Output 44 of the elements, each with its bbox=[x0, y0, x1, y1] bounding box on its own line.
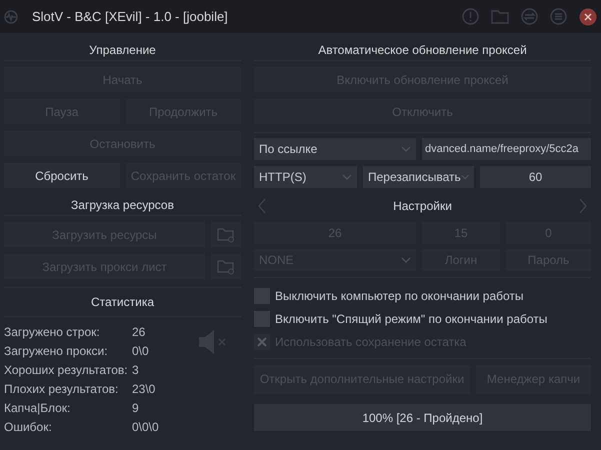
chevron-right-icon[interactable] bbox=[579, 198, 587, 214]
close-icon[interactable] bbox=[579, 8, 597, 26]
logo-icon bbox=[4, 10, 18, 24]
checkbox[interactable] bbox=[254, 288, 270, 304]
folder-icon bbox=[217, 258, 235, 274]
section-title: Статистика bbox=[4, 287, 241, 317]
section-title: Загрузка ресурсов bbox=[4, 196, 241, 216]
checkbox-label: Включить "Спящий режим" по окончании работы bbox=[275, 312, 548, 326]
chevron-left-icon[interactable] bbox=[258, 198, 266, 214]
stat-label: Ошибок: bbox=[4, 419, 53, 436]
caret-icon bbox=[342, 174, 352, 180]
checkbox[interactable] bbox=[254, 311, 270, 327]
source-dropdown[interactable]: По ссылке bbox=[254, 138, 416, 160]
stat-value: 23\0 bbox=[132, 381, 156, 398]
interval-field[interactable]: 60 bbox=[480, 166, 591, 188]
window-title: SlotV - B&C [XEvil] - 1.0 - [joobile] bbox=[32, 9, 229, 24]
url-field[interactable]: dvanced.name/freeproxy/5cc2a bbox=[422, 138, 591, 160]
folder-icon bbox=[217, 226, 235, 242]
action-button[interactable]: Сбросить bbox=[4, 163, 120, 188]
refresh-icon[interactable] bbox=[521, 8, 538, 25]
section-title: Автоматическое обновление проксей bbox=[254, 41, 591, 61]
protocol-dropdown[interactable]: HTTP(S) bbox=[254, 166, 357, 188]
info-icon[interactable] bbox=[462, 8, 479, 25]
stat-value: 3 bbox=[132, 362, 140, 379]
menu-icon[interactable] bbox=[550, 8, 567, 25]
progress-label: 100% [26 - Пройдено] bbox=[362, 410, 483, 424]
section-title: Настройки bbox=[393, 199, 452, 213]
checkbox-label: Выключить компьютер по окончании работы bbox=[275, 289, 524, 303]
mode-dropdown[interactable]: Перезаписывать bbox=[363, 166, 474, 188]
muted-speaker-icon[interactable] bbox=[198, 329, 228, 355]
stat-value: 9 bbox=[132, 400, 140, 417]
stat-value: 26 bbox=[132, 324, 146, 341]
stat-label: Хороших результатов: bbox=[4, 362, 129, 379]
stat-value: 0\0\0 bbox=[132, 419, 160, 436]
stat-value: 0\0 bbox=[132, 343, 150, 360]
caret-icon bbox=[460, 174, 469, 180]
stat-label: Загружено прокси: bbox=[4, 343, 109, 360]
caret-icon bbox=[401, 257, 411, 263]
stat-label: Загружено строк: bbox=[4, 324, 101, 341]
stat-label: Плохих результатов: bbox=[4, 381, 120, 398]
section-title: Управление bbox=[4, 41, 241, 61]
folder-icon[interactable] bbox=[491, 9, 509, 24]
stat-label: Капча|Блок: bbox=[4, 400, 72, 417]
caret-icon bbox=[401, 146, 411, 152]
